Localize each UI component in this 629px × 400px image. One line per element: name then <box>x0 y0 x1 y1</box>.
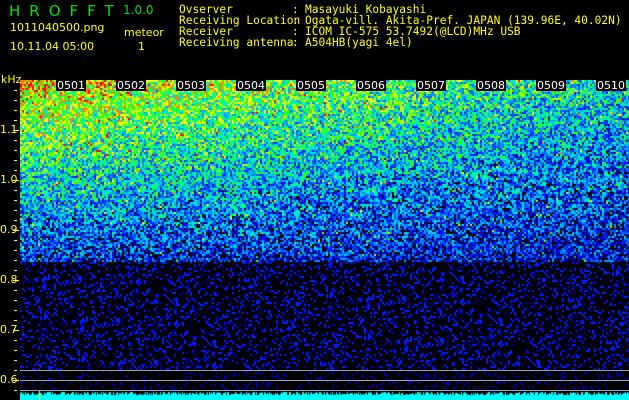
y-tick <box>14 110 17 111</box>
info-label: Receiving antenna <box>179 36 294 49</box>
y-tick <box>14 260 17 261</box>
y-tick <box>13 230 19 231</box>
y-tick <box>14 360 17 361</box>
y-tick <box>14 100 17 101</box>
time-label: 0502 <box>116 79 146 92</box>
y-tick <box>14 390 17 391</box>
y-unit: kHz <box>1 73 22 86</box>
y-tick <box>14 370 17 371</box>
y-tick <box>14 250 17 251</box>
y-tick <box>14 310 17 311</box>
reference-line <box>20 370 629 371</box>
y-tick <box>13 330 19 331</box>
y-tick <box>14 200 17 201</box>
y-tick <box>14 220 17 221</box>
y-tick <box>14 90 17 91</box>
app-version: 1.0.0 <box>123 3 154 17</box>
y-tick <box>14 160 17 161</box>
time-label: 0505 <box>296 79 326 92</box>
reference-line <box>20 380 629 381</box>
app-title: HROFFT <box>9 2 123 20</box>
y-tick <box>14 290 17 291</box>
y-tick <box>14 140 17 141</box>
time-label: 0510 <box>596 79 626 92</box>
spectrogram-canvas <box>20 80 629 400</box>
y-tick <box>13 180 19 181</box>
info-value: A504HB(yagi 4el) <box>305 36 413 49</box>
y-tick <box>13 130 19 131</box>
y-tick <box>13 380 19 381</box>
y-tick <box>14 320 17 321</box>
y-tick <box>13 280 19 281</box>
time-label: 0506 <box>356 79 386 92</box>
date-time: 10.11.04 05:00 <box>10 40 95 53</box>
y-tick <box>14 190 17 191</box>
info-colon: : <box>292 36 299 49</box>
y-tick <box>14 170 17 171</box>
meteor-count: 1 <box>138 40 145 53</box>
y-tick <box>14 340 17 341</box>
time-label: 0501 <box>56 79 86 92</box>
time-label: 0503 <box>176 79 206 92</box>
file-name: 1011040500.png <box>10 21 105 34</box>
y-tick <box>14 350 17 351</box>
y-tick <box>14 300 17 301</box>
y-tick <box>14 270 17 271</box>
time-label: 0504 <box>236 79 266 92</box>
y-tick <box>14 240 17 241</box>
meteor-label: meteor <box>124 26 164 39</box>
y-tick <box>14 120 17 121</box>
signal-level-strip <box>20 391 629 400</box>
time-label: 0509 <box>536 79 566 92</box>
y-tick <box>14 210 17 211</box>
time-label: 0507 <box>416 79 446 92</box>
y-tick <box>14 150 17 151</box>
time-label: 0508 <box>476 79 506 92</box>
